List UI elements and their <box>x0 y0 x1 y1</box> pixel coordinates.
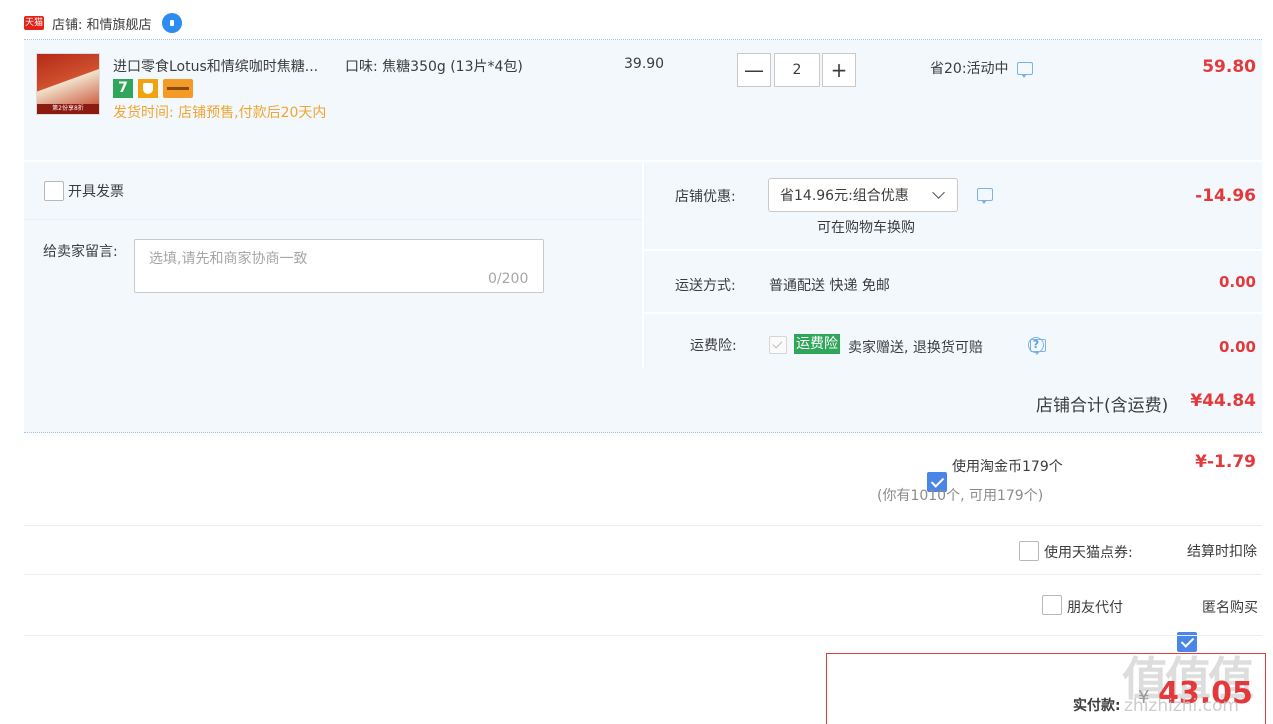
coins-amount: ¥-1.79 <box>1195 452 1256 472</box>
guarantee-shield-icon <box>138 79 158 98</box>
shop-header: 天猫 店铺: 和情旗舰店 <box>24 8 182 38</box>
seller-message-placeholder: 选填,请先和商家协商一致 <box>149 251 308 267</box>
chevron-down-icon <box>932 186 945 199</box>
friend-pay-checkbox[interactable] <box>1042 595 1062 615</box>
comment-icon[interactable] <box>1016 61 1033 78</box>
product-thumbnail-strip: 第2份享8折 <box>37 104 99 114</box>
product-title[interactable]: 进口零食Lotus和情缤咖时焦糖... <box>113 56 318 76</box>
seller-message-count: 0/200 <box>488 271 529 287</box>
shop-name[interactable]: 店铺: 和情旗舰店 <box>52 14 152 33</box>
insurance-value: 卖家赠送, 退换货可赔 <box>848 340 983 356</box>
comment-icon[interactable] <box>977 188 993 204</box>
store-total-value: ¥44.84 <box>1190 391 1256 411</box>
shipping-amount: 0.00 <box>1218 273 1256 291</box>
tmall-logo-icon: 天猫 <box>24 16 44 30</box>
seller-message-label: 给卖家留言: <box>43 244 118 260</box>
store-discount-value: 省14.96元:组合优惠 <box>780 188 909 204</box>
shipping-label: 运送方式: <box>675 278 736 294</box>
product-sku: 口味: 焦糖350g (13片*4包) <box>345 59 523 75</box>
quantity-input[interactable]: 2 <box>774 53 820 87</box>
friend-pay-label: 朋友代付 <box>1067 600 1123 616</box>
shipping-time-info: 发货时间: 店铺预售,付款后20天内 <box>113 105 327 121</box>
store-discount-label: 店铺优惠: <box>675 189 736 205</box>
pay-label: 实付款: <box>1073 698 1121 714</box>
credit-card-icon <box>163 79 193 98</box>
coins-note: (你有1010个, 可用179个) <box>877 488 1044 504</box>
invoice-checkbox[interactable] <box>44 181 64 201</box>
shipping-value: 普通配送 快递 免邮 <box>769 278 890 294</box>
divider <box>24 635 1262 636</box>
insurance-checkbox <box>769 336 787 354</box>
anonymous-buy-label: 匿名购买 <box>1202 600 1258 616</box>
insurance-badge: 运费险 <box>794 334 840 354</box>
store-discount-amount: -14.96 <box>1195 186 1256 206</box>
shipping-row <box>644 251 1262 312</box>
divider <box>24 525 1262 526</box>
item-promo: 省20:活动中 <box>930 58 1033 78</box>
tmall-points-label: 使用天猫点券: <box>1044 545 1133 561</box>
store-total-label: 店铺合计(含运费) <box>1036 396 1169 416</box>
store-discount-hint: 可在购物车换购 <box>817 220 915 236</box>
quantity-minus-button[interactable]: — <box>737 53 771 87</box>
insurance-amount: 0.00 <box>1218 338 1256 356</box>
wangwang-chat-icon[interactable] <box>161 13 182 33</box>
tmall-points-value: 结算时扣除 <box>1187 544 1257 560</box>
quantity-plus-button[interactable]: + <box>822 53 856 87</box>
seven-day-return-icon: 7 <box>113 79 133 98</box>
tmall-points-checkbox[interactable] <box>1019 541 1039 561</box>
insurance-label: 运费险: <box>690 338 737 354</box>
item-promo-text: 省20:活动中 <box>930 61 1009 77</box>
divider <box>24 219 642 220</box>
divider <box>24 574 1262 575</box>
watermark-url: zhizhizhi.com <box>1124 696 1239 716</box>
use-coins-label: 使用淘金币179个 <box>952 459 1063 475</box>
help-icon[interactable]: ? <box>1028 337 1044 353</box>
invoice-label: 开具发票 <box>68 184 124 200</box>
store-discount-select[interactable]: 省14.96元:组合优惠 <box>768 178 958 212</box>
item-total-price: 59.80 <box>1202 57 1256 77</box>
unit-price: 39.90 <box>624 56 665 72</box>
